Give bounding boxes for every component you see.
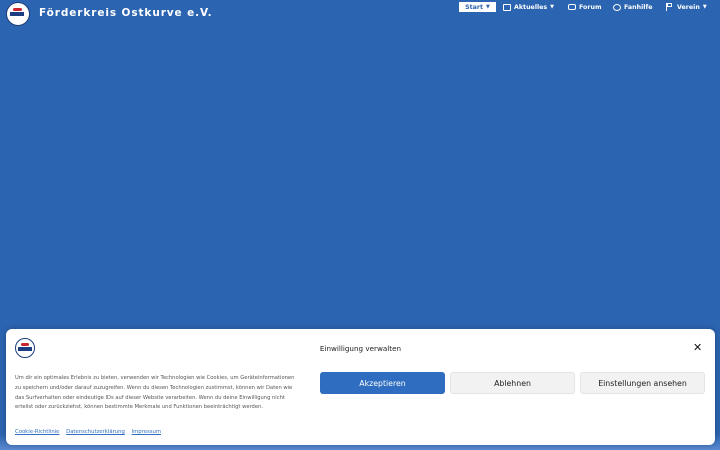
nav-verein[interactable]: Verein ▼ [666,2,707,12]
view-settings-button[interactable]: Einstellungen ansehen [580,372,705,394]
nav-aktuelles[interactable]: Aktuelles ▼ [503,2,554,12]
newspaper-icon [503,3,511,11]
chevron-down-icon: ▼ [550,4,555,10]
nav-forum[interactable]: Forum [568,2,602,12]
nav-fanhilfe-label: Fanhilfe [624,3,653,11]
consent-text: Um dir ein optimales Erlebnis zu bieten,… [15,375,295,411]
chevron-down-icon: ▼ [702,4,707,10]
privacy-policy-link[interactable]: Datenschutzerklärung [66,429,125,435]
cookie-policy-link[interactable]: Cookie-Richtlinie [15,429,59,435]
header: Förderkreis Ostkurve e.V. Start ▼ Aktuel… [0,0,720,28]
cookie-consent-dialog: Einwilligung verwalten ✕ Um dir ein opti… [6,329,715,445]
imprint-link[interactable]: Impressum [132,429,161,435]
nav-fanhilfe[interactable]: Fanhilfe [613,2,652,12]
club-logo[interactable] [6,2,30,26]
accept-button[interactable]: Akzeptieren [320,372,445,394]
footer-links: Cookie-Richtlinie Datenschutzerklärung I… [15,429,166,435]
nav-forum-label: Forum [579,3,602,11]
nav-verein-label: Verein [677,3,700,11]
chevron-down-icon: ▼ [486,4,490,10]
lifebuoy-icon [613,3,621,11]
close-icon[interactable]: ✕ [693,342,702,353]
nav-start-label: Start [465,3,484,11]
flag-icon [666,3,674,11]
chat-bubble-icon [568,4,576,10]
nav-start[interactable]: Start ▼ [459,2,496,12]
dialog-title: Einwilligung verwalten [319,344,402,353]
nav-aktuelles-label: Aktuelles [514,3,548,11]
site-title[interactable]: Förderkreis Ostkurve e.V. [39,7,213,19]
deny-button[interactable]: Ablehnen [450,372,575,394]
